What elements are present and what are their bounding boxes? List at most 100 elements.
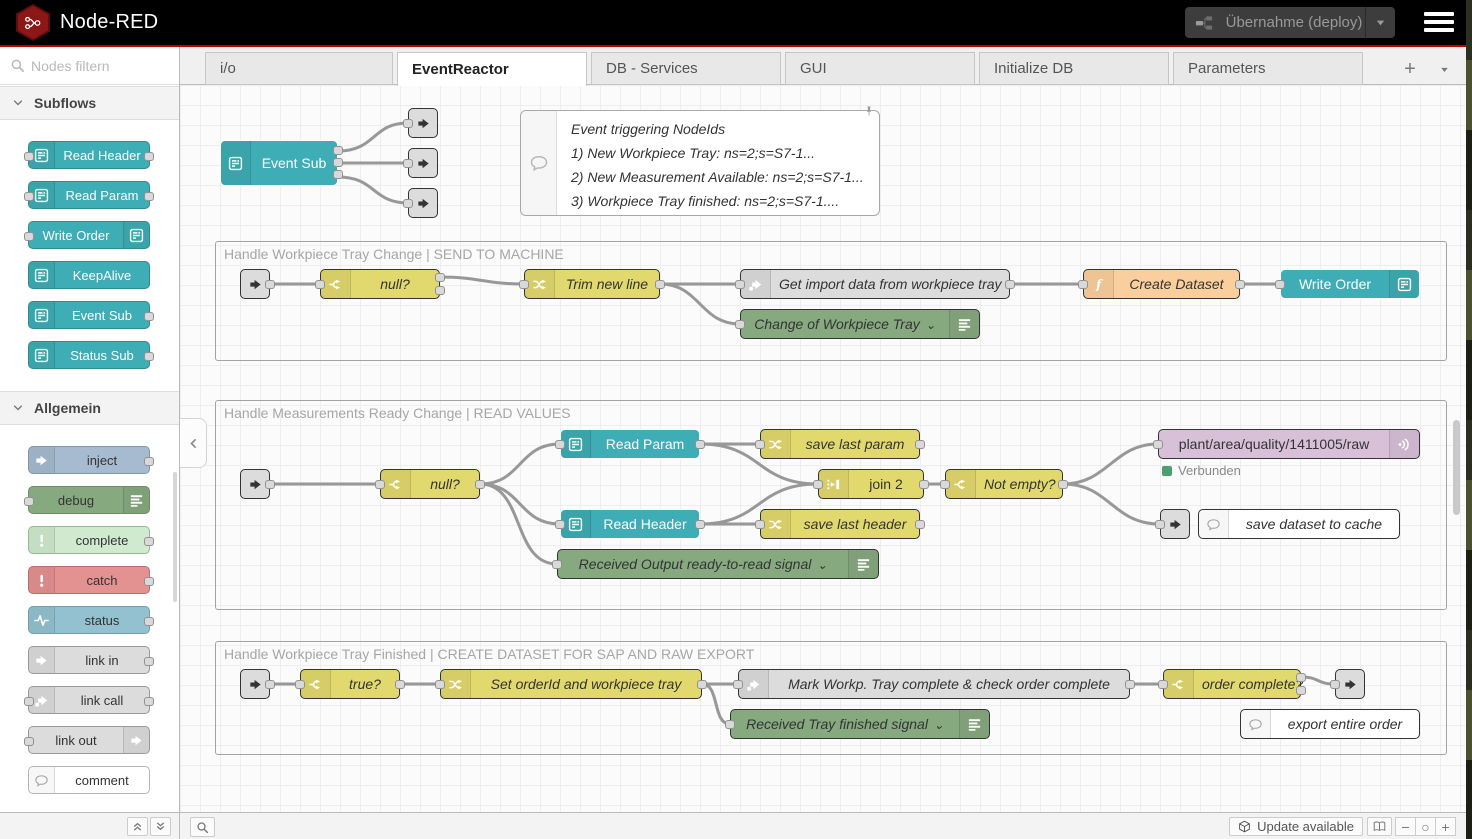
port-out[interactable] <box>265 280 275 289</box>
tab-parameters[interactable]: Parameters <box>1173 52 1363 85</box>
port-out[interactable] <box>333 170 343 179</box>
palette-search-input[interactable] <box>31 58 161 74</box>
port-in[interactable] <box>725 720 735 729</box>
palette-item-write-order[interactable]: Write Order <box>28 221 150 249</box>
port-out[interactable] <box>144 192 154 201</box>
port-in[interactable] <box>24 697 34 706</box>
port-out[interactable] <box>695 520 705 529</box>
port-in[interactable] <box>735 320 745 329</box>
port-out[interactable] <box>144 537 154 546</box>
palette-category-allgemein[interactable]: Allgemein <box>0 391 179 425</box>
flow-canvas[interactable]: Event Sub Event triggering NodeIds 1) Ne… <box>180 85 1466 812</box>
port-out[interactable] <box>1058 480 1068 489</box>
wire[interactable] <box>702 684 730 724</box>
port-out[interactable] <box>697 680 707 689</box>
palette-item-keepalive[interactable]: KeepAlive <box>28 261 150 289</box>
node-change-trim-new-line[interactable]: Trim new line <box>524 269 660 299</box>
palette-item-status[interactable]: status <box>28 606 150 634</box>
port-out[interactable] <box>1296 673 1306 682</box>
node-debug-change-of-workpiece-tray[interactable]: Change of Workpiece Tray ⌄ <box>740 309 980 339</box>
port-out[interactable] <box>655 280 665 289</box>
tab-io[interactable]: i/o <box>205 52 393 85</box>
port-in[interactable] <box>735 280 745 289</box>
port-out[interactable] <box>915 440 925 449</box>
port-in[interactable] <box>733 680 743 689</box>
node-comment-export-entire-order[interactable]: export entire order <box>1240 709 1420 739</box>
deploy-button[interactable]: Übernahme (deploy) <box>1185 7 1395 38</box>
tab-initialize-db[interactable]: Initialize DB <box>979 52 1169 85</box>
port-in[interactable] <box>24 152 34 161</box>
wire[interactable] <box>338 177 408 203</box>
port-in[interactable] <box>403 159 413 168</box>
node-link-in[interactable] <box>240 269 270 299</box>
palette-item-read-header[interactable]: Read Header <box>28 141 150 169</box>
node-subflow-read-param[interactable]: Read Param <box>560 429 700 459</box>
port-in[interactable] <box>24 232 34 241</box>
add-flow-button[interactable]: + <box>1398 57 1422 81</box>
port-out[interactable] <box>1235 280 1245 289</box>
tab-gui[interactable]: GUI <box>785 52 975 85</box>
palette-item-read-param[interactable]: Read Param <box>28 181 150 209</box>
tab-eventreactor[interactable]: EventReactor <box>397 52 587 86</box>
palette-item-debug[interactable]: debug <box>28 486 150 514</box>
update-available-button[interactable]: Update available <box>1229 817 1363 836</box>
port-in[interactable] <box>1153 440 1163 449</box>
port-out[interactable] <box>265 480 275 489</box>
node-change-set-orderid[interactable]: Set orderId and workpiece tray <box>440 669 702 699</box>
palette-category-subflows[interactable]: Subflows <box>0 86 179 120</box>
port-in[interactable] <box>24 737 34 746</box>
node-debug-received-output-ready[interactable]: Received Output ready-to-read signal ⌄ <box>557 549 879 579</box>
zoom-out-button[interactable]: − <box>1395 817 1416 836</box>
port-in[interactable] <box>295 680 305 689</box>
port-in[interactable] <box>375 480 385 489</box>
node-change-save-last-header[interactable]: save last header <box>760 509 920 539</box>
node-switch-not-empty[interactable]: Not empty? <box>945 469 1063 499</box>
node-event-sub[interactable]: Event Sub <box>220 140 338 186</box>
node-link-out[interactable] <box>408 108 438 138</box>
canvas-scrollbar[interactable] <box>1453 420 1460 515</box>
port-out[interactable] <box>144 577 154 586</box>
palette-item-status-sub[interactable]: Status Sub <box>28 341 150 369</box>
palette-item-link-in[interactable]: link in <box>28 646 150 674</box>
wire[interactable] <box>480 484 560 524</box>
port-in[interactable] <box>519 280 529 289</box>
wire[interactable] <box>480 484 557 564</box>
port-in[interactable] <box>24 192 34 201</box>
port-out[interactable] <box>475 480 485 489</box>
port-in[interactable] <box>403 199 413 208</box>
node-comment-save-dataset[interactable]: save dataset to cache <box>1198 509 1400 539</box>
node-link-out[interactable] <box>408 148 438 178</box>
port-in[interactable] <box>940 480 950 489</box>
node-switch-null-2[interactable]: null? <box>380 469 480 499</box>
port-in[interactable] <box>1158 680 1168 689</box>
node-change-save-last-param[interactable]: save last param <box>760 429 920 459</box>
port-out[interactable] <box>144 617 154 626</box>
main-menu-button[interactable] <box>1424 12 1456 34</box>
port-out[interactable] <box>1296 686 1306 695</box>
port-in[interactable] <box>1275 280 1285 289</box>
palette-item-catch[interactable]: catch <box>28 566 150 594</box>
port-out[interactable] <box>1125 680 1135 689</box>
node-link-in[interactable] <box>240 669 270 699</box>
palette-item-event-sub[interactable]: Event Sub <box>28 301 150 329</box>
port-out[interactable] <box>144 457 154 466</box>
port-out[interactable] <box>333 146 343 155</box>
node-subflow-read-header[interactable]: Read Header <box>560 509 700 539</box>
collapse-all-button[interactable] <box>127 817 148 836</box>
flow-list-button[interactable] <box>1432 57 1456 81</box>
node-subflow-write-order[interactable]: Write Order <box>1280 269 1420 299</box>
port-in[interactable] <box>813 480 823 489</box>
port-in[interactable] <box>1078 280 1088 289</box>
zoom-in-button[interactable]: + <box>1435 817 1456 836</box>
port-in[interactable] <box>555 440 565 449</box>
port-in[interactable] <box>555 520 565 529</box>
node-debug-received-tray-finished[interactable]: Received Tray finished signal ⌄ <box>730 709 990 739</box>
port-out[interactable] <box>435 273 445 282</box>
node-function-create-dataset[interactable]: Create Dataset <box>1083 269 1240 299</box>
wire[interactable] <box>440 277 524 284</box>
wire[interactable] <box>1063 444 1158 484</box>
port-out[interactable] <box>144 312 154 321</box>
port-out[interactable] <box>333 158 343 167</box>
port-in[interactable] <box>24 497 34 506</box>
palette-collapse-handle[interactable] <box>180 418 207 468</box>
